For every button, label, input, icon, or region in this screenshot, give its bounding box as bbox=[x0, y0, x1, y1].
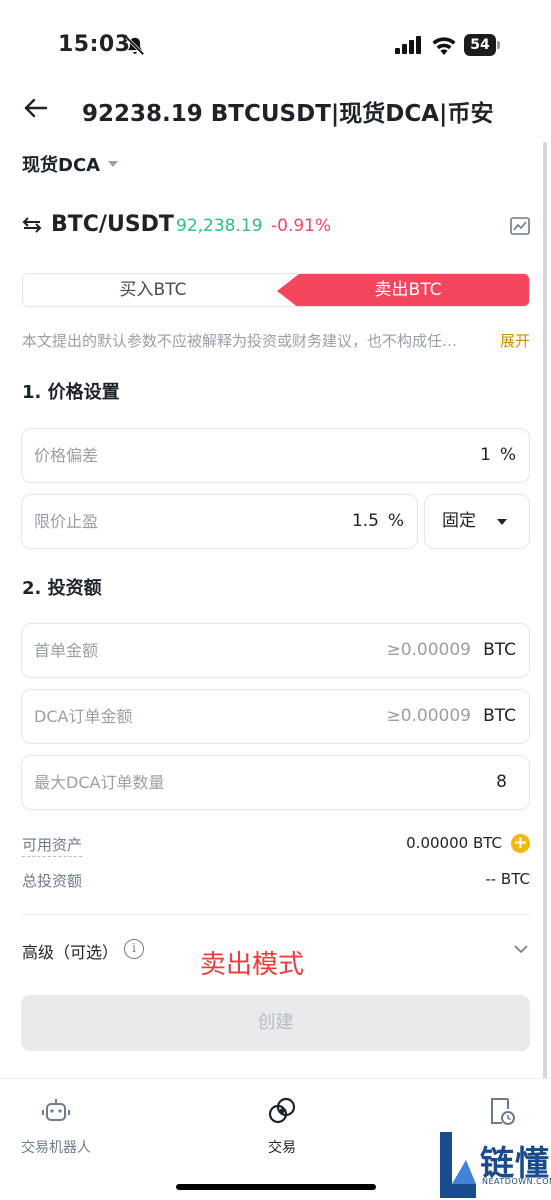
page-title: 92238.19 BTCUSDT|现货DCA|币安 bbox=[82, 101, 494, 127]
take-profit-mode-label: 固定 bbox=[442, 511, 476, 531]
status-time: 15:03 bbox=[58, 32, 131, 57]
chevron-down-icon bbox=[514, 945, 528, 954]
trade-icon bbox=[268, 1097, 296, 1124]
advanced-settings-label: 高级（可选） bbox=[22, 943, 119, 962]
pair-price: 92,238.19 bbox=[176, 216, 263, 236]
first-order-amount-field[interactable]: 首单金额 ≥0.00009 BTC bbox=[21, 623, 530, 678]
create-button[interactable]: 创建 bbox=[21, 995, 530, 1051]
robot-icon bbox=[42, 1099, 70, 1121]
total-investment-label: 总投资额 bbox=[22, 872, 83, 890]
nav-item-trading-bots[interactable]: 交易机器人 bbox=[0, 1079, 116, 1169]
dca-order-amount-field[interactable]: DCA订单金额 ≥0.00009 BTC bbox=[21, 689, 530, 744]
signal-icon bbox=[395, 36, 421, 54]
add-funds-icon[interactable]: + bbox=[511, 834, 530, 853]
take-profit-field[interactable]: 限价止盈 1.5 % bbox=[21, 494, 418, 549]
nav-item-label: 交易机器人 bbox=[21, 1140, 91, 1156]
wifi-icon bbox=[432, 37, 456, 55]
caret-down-icon bbox=[108, 161, 119, 167]
divider bbox=[22, 914, 530, 915]
first-order-label: 首单金额 bbox=[34, 641, 99, 660]
scroll-indicator[interactable] bbox=[543, 142, 547, 1090]
caret-down-icon bbox=[497, 519, 507, 525]
watermark-subtext: NEATDOWN.COM bbox=[482, 1177, 551, 1186]
strategy-mode-label: 现货DCA bbox=[22, 155, 101, 176]
tab-sell-label: 卖出BTC bbox=[374, 280, 442, 300]
watermark-l-icon bbox=[440, 1132, 476, 1198]
total-investment-row: 总投资额 -- BTC bbox=[22, 870, 530, 894]
max-dca-orders-value: 8 bbox=[496, 772, 507, 792]
nav-item-label: 交易 bbox=[268, 1140, 296, 1156]
disclaimer: 本文提出的默认参数不应被解释为投资或财务建议，也不构成任… 展开 bbox=[22, 330, 530, 354]
dca-order-placeholder: ≥0.00009 bbox=[386, 706, 471, 726]
price-deviation-unit: % bbox=[499, 445, 516, 465]
history-icon bbox=[491, 1098, 515, 1125]
take-profit-mode-select[interactable]: 固定 bbox=[424, 494, 530, 549]
battery-indicator: 54 bbox=[464, 34, 500, 56]
pair-name[interactable]: BTC/USDT bbox=[51, 212, 174, 237]
strategy-mode-selector[interactable]: 现货DCA bbox=[22, 150, 119, 178]
bell-muted-icon bbox=[125, 36, 145, 56]
price-deviation-value: 1 bbox=[480, 445, 491, 465]
take-profit-value: 1.5 bbox=[351, 511, 379, 531]
available-assets-row: 可用资产 0.00000 BTC + bbox=[22, 834, 530, 858]
available-assets-label[interactable]: 可用资产 bbox=[22, 834, 83, 857]
watermark-logo: 链懂 NEATDOWN.COM bbox=[436, 1130, 551, 1200]
trading-pair-row: BTC/USDT 92,238.19 -0.91% bbox=[22, 212, 530, 242]
nav-header: 92238.19 BTCUSDT|现货DCA|币安 bbox=[0, 86, 551, 132]
price-deviation-field[interactable]: 价格偏差 1 % bbox=[21, 428, 530, 483]
status-bar: 15:03 54 bbox=[0, 0, 551, 90]
disclaimer-text: 本文提出的默认参数不应被解释为投资或财务建议，也不构成任… bbox=[22, 332, 458, 350]
chart-icon[interactable] bbox=[510, 216, 530, 236]
nav-item-trade[interactable]: 交易 bbox=[222, 1079, 342, 1169]
battery-level: 54 bbox=[464, 34, 496, 56]
info-icon[interactable]: i bbox=[124, 939, 144, 959]
section-title-price: 1. 价格设置 bbox=[22, 382, 120, 403]
dca-order-unit: BTC bbox=[483, 706, 516, 726]
tab-sell[interactable]: 卖出BTC bbox=[277, 274, 529, 306]
max-dca-orders-label: 最大DCA订单数量 bbox=[34, 773, 165, 792]
max-dca-orders-field[interactable]: 最大DCA订单数量 8 bbox=[21, 755, 530, 810]
back-arrow-icon[interactable] bbox=[22, 94, 50, 122]
swap-icon[interactable] bbox=[22, 215, 42, 235]
total-investment-value: -- BTC bbox=[485, 870, 530, 888]
take-profit-label: 限价止盈 bbox=[34, 512, 99, 531]
pair-change: -0.91% bbox=[271, 216, 332, 236]
expand-link[interactable]: 展开 bbox=[500, 330, 530, 351]
battery-tip bbox=[497, 41, 500, 49]
buy-sell-toggle: 买入BTC 卖出BTC bbox=[22, 273, 530, 307]
tab-buy[interactable]: 买入BTC bbox=[23, 274, 283, 306]
price-deviation-label: 价格偏差 bbox=[34, 446, 99, 465]
available-assets-value: 0.00000 BTC bbox=[406, 834, 502, 852]
take-profit-unit: % bbox=[387, 511, 404, 531]
first-order-placeholder: ≥0.00009 bbox=[386, 640, 471, 660]
first-order-unit: BTC bbox=[483, 640, 516, 660]
home-indicator[interactable] bbox=[176, 1184, 376, 1190]
sell-mode-annotation: 卖出模式 bbox=[200, 950, 305, 980]
section-title-investment: 2. 投资额 bbox=[22, 578, 102, 599]
dca-order-label: DCA订单金额 bbox=[34, 707, 133, 726]
